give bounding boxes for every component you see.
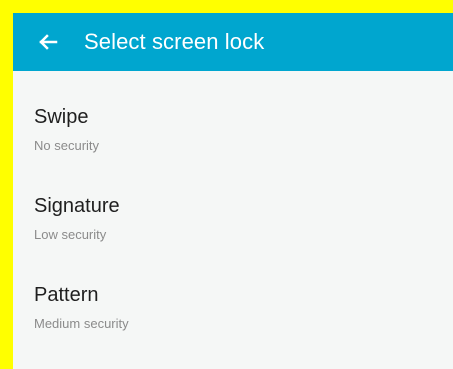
option-title: Signature xyxy=(34,195,120,217)
option-title: Swipe xyxy=(34,106,89,128)
app-bar: Select screen lock xyxy=(13,13,453,71)
option-security-level: Low security xyxy=(34,227,107,242)
arrow-left-icon xyxy=(39,34,58,50)
option-security-level: No security xyxy=(34,138,100,153)
option-security-level: Medium security xyxy=(34,316,129,331)
option-pattern[interactable]: Pattern Medium security xyxy=(13,249,453,338)
option-signature[interactable]: Signature Low security xyxy=(13,160,453,249)
screen-lock-options: Swipe No security Signature Low security… xyxy=(13,71,453,338)
screen-lock-selection-screen: Select screen lock Swipe No security Sig… xyxy=(13,13,453,369)
option-swipe[interactable]: Swipe No security xyxy=(13,71,453,160)
option-title: Pattern xyxy=(34,284,99,306)
back-button[interactable] xyxy=(37,31,59,53)
page-title: Select screen lock xyxy=(84,29,265,54)
